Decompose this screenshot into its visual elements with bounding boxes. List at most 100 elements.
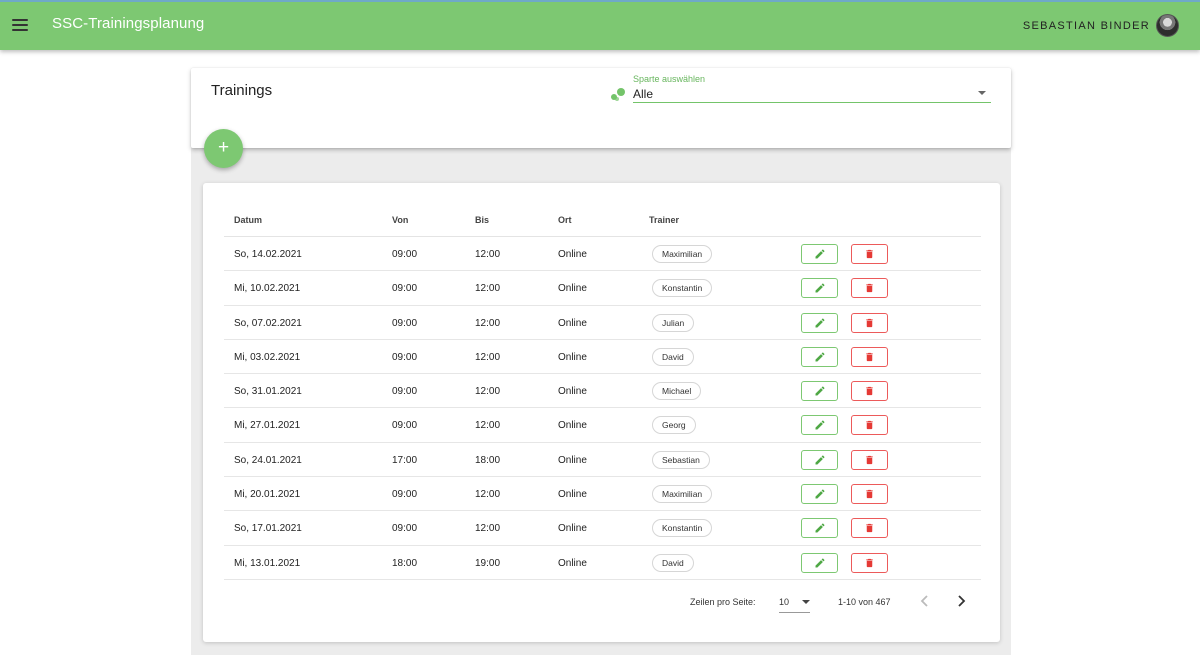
delete-button[interactable] [851, 346, 888, 367]
trainer-chip: Maximilian [652, 245, 713, 263]
cell-bis: 12:00 [475, 317, 501, 329]
cell-von: 09:00 [392, 420, 418, 432]
delete-button[interactable] [851, 518, 888, 539]
cell-ort: Online [558, 489, 587, 501]
app-title: SSC-Trainingsplanung [52, 15, 205, 32]
trainer-chip: Michael [652, 382, 702, 401]
cell-datum: So, 31.01.2021 [234, 386, 302, 398]
edit-button[interactable] [801, 312, 838, 333]
delete-button[interactable] [851, 244, 888, 264]
edit-button[interactable] [801, 278, 838, 299]
app-bar: SSC-Trainingsplanung SEBASTIAN BINDER [0, 0, 1200, 50]
table-row: So, 14.02.2021 09:00 12:00 Online Maximi… [224, 237, 981, 272]
cell-datum: Mi, 20.01.2021 [234, 489, 301, 501]
edit-button[interactable] [801, 415, 838, 436]
cell-datum: Mi, 13.01.2021 [234, 557, 301, 569]
table-row: So, 07.02.2021 09:00 12:00 Online Julian [224, 306, 981, 340]
delete-button[interactable] [851, 415, 888, 436]
table-row: So, 17.01.2021 09:00 12:00 Online Konsta… [224, 511, 981, 546]
chevron-left-icon [920, 595, 928, 607]
trainings-header-card: Trainings Sparte auswählen Alle [191, 68, 1011, 148]
menu-icon[interactable] [11, 16, 29, 34]
cell-bis: 12:00 [475, 249, 501, 260]
cell-datum: Mi, 27.01.2021 [234, 420, 301, 432]
cell-datum: So, 17.01.2021 [234, 523, 302, 535]
trainer-chip: Konstantin [652, 279, 713, 298]
column-header-trainer[interactable]: Trainer [649, 215, 679, 225]
edit-button[interactable] [801, 484, 838, 505]
sparte-select[interactable]: Sparte auswählen Alle [633, 74, 991, 103]
sparte-select-value: Alle [633, 87, 654, 101]
cell-von: 09:00 [392, 489, 418, 501]
previous-page-button[interactable] [915, 591, 935, 611]
trash-icon [866, 558, 873, 567]
cell-von: 09:00 [392, 249, 418, 260]
pencil-icon [815, 420, 825, 430]
column-header-von[interactable]: Von [392, 215, 408, 225]
trash-icon [866, 284, 873, 293]
cell-ort: Online [558, 420, 587, 432]
pencil-icon [815, 523, 825, 533]
add-training-button[interactable]: + [204, 129, 243, 168]
trainer-chip: Konstantin [652, 519, 713, 538]
rows-per-page-select[interactable]: 10 [779, 591, 810, 613]
cell-bis: 18:00 [475, 454, 501, 466]
edit-button[interactable] [801, 381, 838, 402]
trash-icon [866, 455, 873, 464]
pencil-icon [815, 386, 825, 396]
table-row: Mi, 27.01.2021 09:00 12:00 Online Georg [224, 408, 981, 443]
delete-button[interactable] [851, 278, 888, 299]
cell-ort: Online [558, 557, 587, 569]
delete-button[interactable] [851, 449, 888, 470]
cell-von: 18:00 [392, 557, 418, 569]
cell-bis: 12:00 [475, 283, 501, 295]
trainer-chip: Sebastian [652, 450, 710, 469]
trash-icon [866, 489, 873, 499]
column-header-datum[interactable]: Datum [234, 215, 262, 225]
chevron-right-icon [958, 595, 966, 607]
table-row: Mi, 20.01.2021 09:00 12:00 Online Maximi… [224, 477, 981, 512]
delete-button[interactable] [851, 552, 888, 573]
trainer-chip: Georg [652, 416, 696, 435]
cell-ort: Online [558, 249, 587, 260]
column-header-bis[interactable]: Bis [475, 215, 489, 225]
edit-button[interactable] [801, 449, 838, 470]
table-pagination: Zeilen pro Seite: 10 1-10 von 467 [203, 583, 1000, 623]
cell-datum: Mi, 03.02.2021 [234, 351, 301, 363]
trainer-chip: Julian [652, 313, 695, 332]
avatar[interactable] [1156, 14, 1179, 37]
edit-button[interactable] [801, 518, 838, 539]
trainer-chip: David [652, 553, 694, 572]
cell-ort: Online [558, 454, 587, 466]
next-page-button[interactable] [951, 591, 971, 611]
edit-button[interactable] [801, 552, 838, 573]
table-row: So, 31.01.2021 09:00 12:00 Online Michae… [224, 374, 981, 409]
rows-per-page-value: 10 [779, 597, 790, 607]
delete-button[interactable] [851, 484, 888, 505]
table-row: Mi, 13.01.2021 18:00 19:00 Online David [224, 546, 981, 580]
trainer-chip: Maximilian [652, 485, 713, 504]
sparte-select-label: Sparte auswählen [633, 74, 706, 84]
delete-button[interactable] [851, 312, 888, 333]
trash-icon [866, 524, 873, 533]
column-header-ort[interactable]: Ort [558, 215, 572, 225]
cell-datum: Mi, 10.02.2021 [234, 283, 301, 295]
cell-ort: Online [558, 283, 587, 295]
cell-ort: Online [558, 523, 587, 535]
edit-button[interactable] [801, 346, 838, 367]
user-name[interactable]: SEBASTIAN BINDER [1023, 20, 1150, 32]
cell-datum: So, 14.02.2021 [234, 249, 302, 260]
pencil-icon [815, 249, 825, 259]
category-icon [611, 88, 625, 102]
cell-datum: So, 07.02.2021 [234, 317, 302, 329]
trash-icon [866, 249, 873, 259]
pencil-icon [815, 318, 825, 328]
pencil-icon [815, 558, 825, 568]
edit-button[interactable] [801, 244, 838, 264]
rows-per-page-label: Zeilen pro Seite: [690, 597, 756, 607]
table-header: Datum Von Bis Ort Trainer [224, 203, 981, 237]
delete-button[interactable] [851, 381, 888, 402]
trash-icon [866, 318, 873, 327]
table-row: Mi, 10.02.2021 09:00 12:00 Online Konsta… [224, 271, 981, 306]
trash-icon [866, 421, 873, 430]
